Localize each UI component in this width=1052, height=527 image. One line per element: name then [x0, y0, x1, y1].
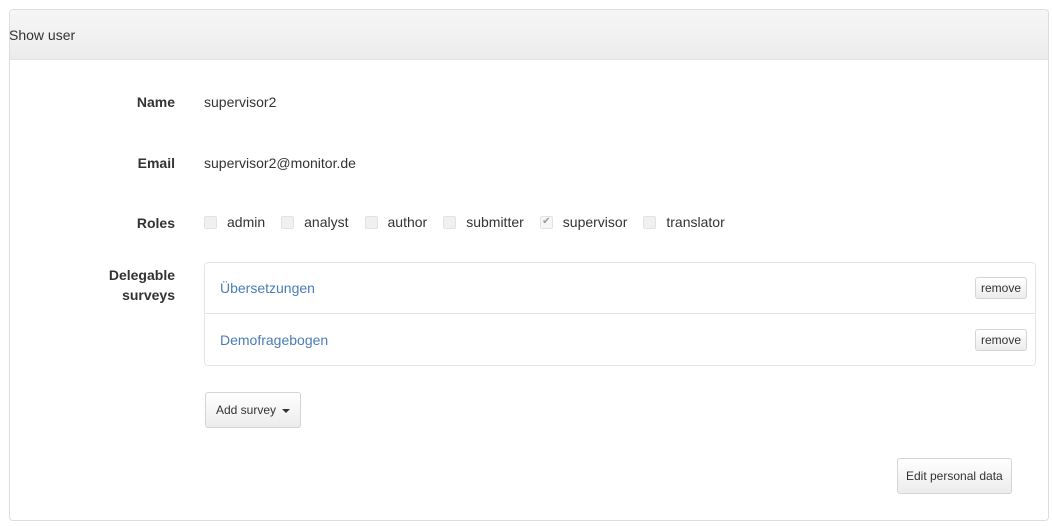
survey-link[interactable]: Übersetzungen [220, 280, 315, 296]
delegable-surveys-label: Delegable surveys [109, 265, 175, 305]
role-translator[interactable]: translator [643, 214, 725, 230]
remove-button[interactable]: remove [974, 277, 1027, 299]
roles-checkbox-group: admin analyst author submitter ✔ supervi… [204, 214, 741, 230]
panel-title: Show user [9, 27, 76, 43]
role-analyst[interactable]: analyst [281, 214, 349, 230]
name-label: Name [136, 94, 175, 110]
name-value: supervisor2 [204, 94, 277, 110]
add-survey-label: Add survey [216, 403, 277, 417]
remove-button[interactable]: remove [974, 328, 1027, 351]
delegable-label-line2: surveys [122, 287, 175, 303]
role-translator-label: translator [666, 214, 725, 230]
email-label: Email [137, 155, 175, 171]
delegable-surveys-list: Übersetzungen remove Demofragebogen remo… [204, 262, 1036, 366]
add-survey-button[interactable]: Add survey [205, 392, 302, 428]
checkmark-icon: ✔ [542, 216, 551, 227]
role-admin[interactable]: admin [204, 214, 265, 230]
edit-personal-data-button[interactable]: Edit personal data [897, 458, 1012, 494]
role-translator-checkbox[interactable] [643, 215, 657, 229]
role-supervisor-checkbox[interactable]: ✔ [539, 215, 553, 229]
role-author-checkbox[interactable] [364, 215, 378, 229]
role-admin-label: admin [227, 214, 266, 230]
role-submitter-label: submitter [466, 214, 524, 230]
list-item: Übersetzungen remove [205, 263, 1035, 314]
list-item: Demofragebogen remove [205, 314, 1035, 365]
role-author[interactable]: author [364, 214, 428, 230]
role-supervisor[interactable]: ✔ supervisor [539, 214, 628, 230]
delegable-label-line1: Delegable [108, 267, 175, 283]
panel-heading: Show user [10, 10, 1048, 60]
role-submitter-checkbox[interactable] [443, 215, 457, 229]
show-user-panel: Show user Name supervisor2 Email supervi… [9, 9, 1049, 521]
role-analyst-label: analyst [304, 214, 349, 230]
role-submitter[interactable]: submitter [443, 214, 524, 230]
email-value: supervisor2@monitor.de [204, 155, 356, 171]
role-author-label: author [387, 214, 428, 230]
caret-down-icon [282, 408, 291, 413]
role-analyst-checkbox[interactable] [281, 215, 295, 229]
roles-label: Roles [136, 215, 175, 231]
survey-link[interactable]: Demofragebogen [220, 332, 328, 348]
role-admin-checkbox[interactable] [204, 215, 217, 229]
role-supervisor-label: supervisor [562, 214, 628, 230]
